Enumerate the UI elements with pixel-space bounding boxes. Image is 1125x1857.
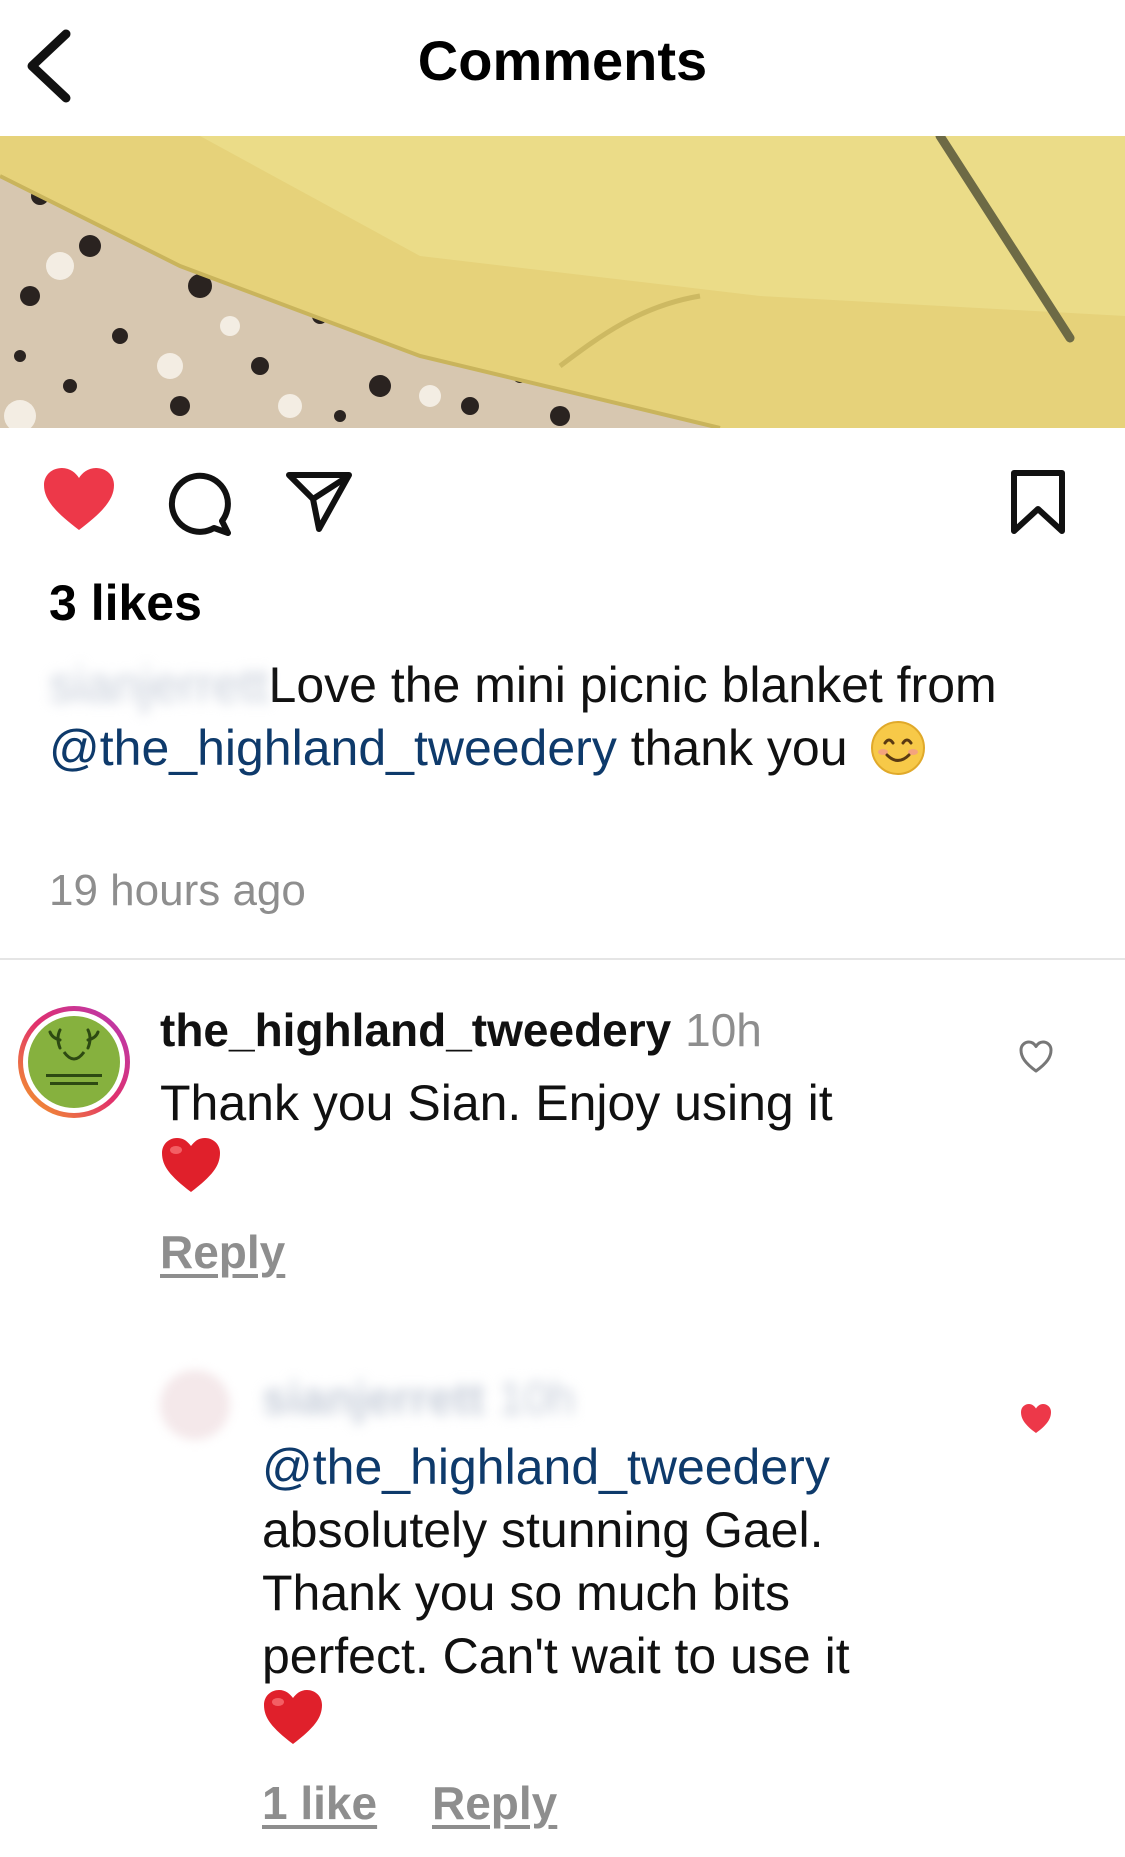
post-caption: sianjerrettLove the mini picnic blanket … <box>49 654 1059 780</box>
heart-filled-icon <box>1021 1404 1051 1433</box>
avatar[interactable] <box>16 1004 132 1120</box>
reply-button[interactable]: Reply <box>432 1776 557 1830</box>
reply-username[interactable]: sianjerrett <box>262 1372 484 1424</box>
caption-text-end: thank you <box>616 720 848 776</box>
comment-button[interactable] <box>166 471 232 537</box>
reply-header: sianjerrett 10h <box>262 1366 962 1430</box>
likes-link[interactable]: 1 like <box>262 1776 377 1830</box>
reply-line: Thank you so much bits <box>262 1565 791 1621</box>
comment-time: 10h <box>685 1004 762 1056</box>
bookmark-icon <box>1011 470 1065 534</box>
reply-line: absolutely stunning Gael. <box>262 1502 824 1558</box>
reply-time: 10h <box>498 1372 576 1424</box>
post-photo <box>0 136 1125 428</box>
smiling-face-icon <box>871 721 926 775</box>
caption-mention[interactable]: @the_highland_tweedery <box>49 720 617 776</box>
post-image[interactable] <box>0 136 1125 428</box>
reply-line: perfect. Can't wait to use it <box>262 1628 850 1684</box>
caption-text-start: Love the mini picnic blanket from <box>268 657 997 713</box>
reply-body: @the_highland_tweedery absolutely stunni… <box>262 1436 1022 1688</box>
comment-body: Thank you Sian. Enjoy using it <box>160 1075 833 1131</box>
divider <box>0 958 1125 960</box>
comment-header: the_highland_tweedery 10h <box>160 998 1010 1062</box>
heart-filled-icon <box>44 468 114 530</box>
page-title: Comments <box>417 29 708 92</box>
like-button[interactable] <box>42 466 116 532</box>
reply-button[interactable]: Reply <box>160 1225 285 1279</box>
reply-like-button[interactable] <box>1018 1402 1054 1436</box>
highland-tweedery-logo <box>18 1006 130 1118</box>
paper-plane-icon <box>286 472 352 532</box>
share-button[interactable] <box>285 469 353 533</box>
comment-like-button[interactable] <box>1018 1040 1054 1074</box>
save-button[interactable] <box>1010 469 1066 535</box>
speech-bubble-icon <box>168 472 231 536</box>
red-heart-icon <box>160 1136 222 1194</box>
post-time: 19 hours ago <box>49 866 306 915</box>
red-heart-icon <box>262 1688 324 1746</box>
reply-mention[interactable]: @the_highland_tweedery <box>262 1436 1022 1499</box>
avatar[interactable] <box>160 1370 230 1440</box>
heart-outline-icon <box>1019 1040 1053 1073</box>
likes-count[interactable]: 3 likes <box>49 574 202 632</box>
caption-username[interactable]: sianjerrett <box>49 657 269 713</box>
comment-username[interactable]: the_highland_tweedery <box>160 1004 671 1056</box>
